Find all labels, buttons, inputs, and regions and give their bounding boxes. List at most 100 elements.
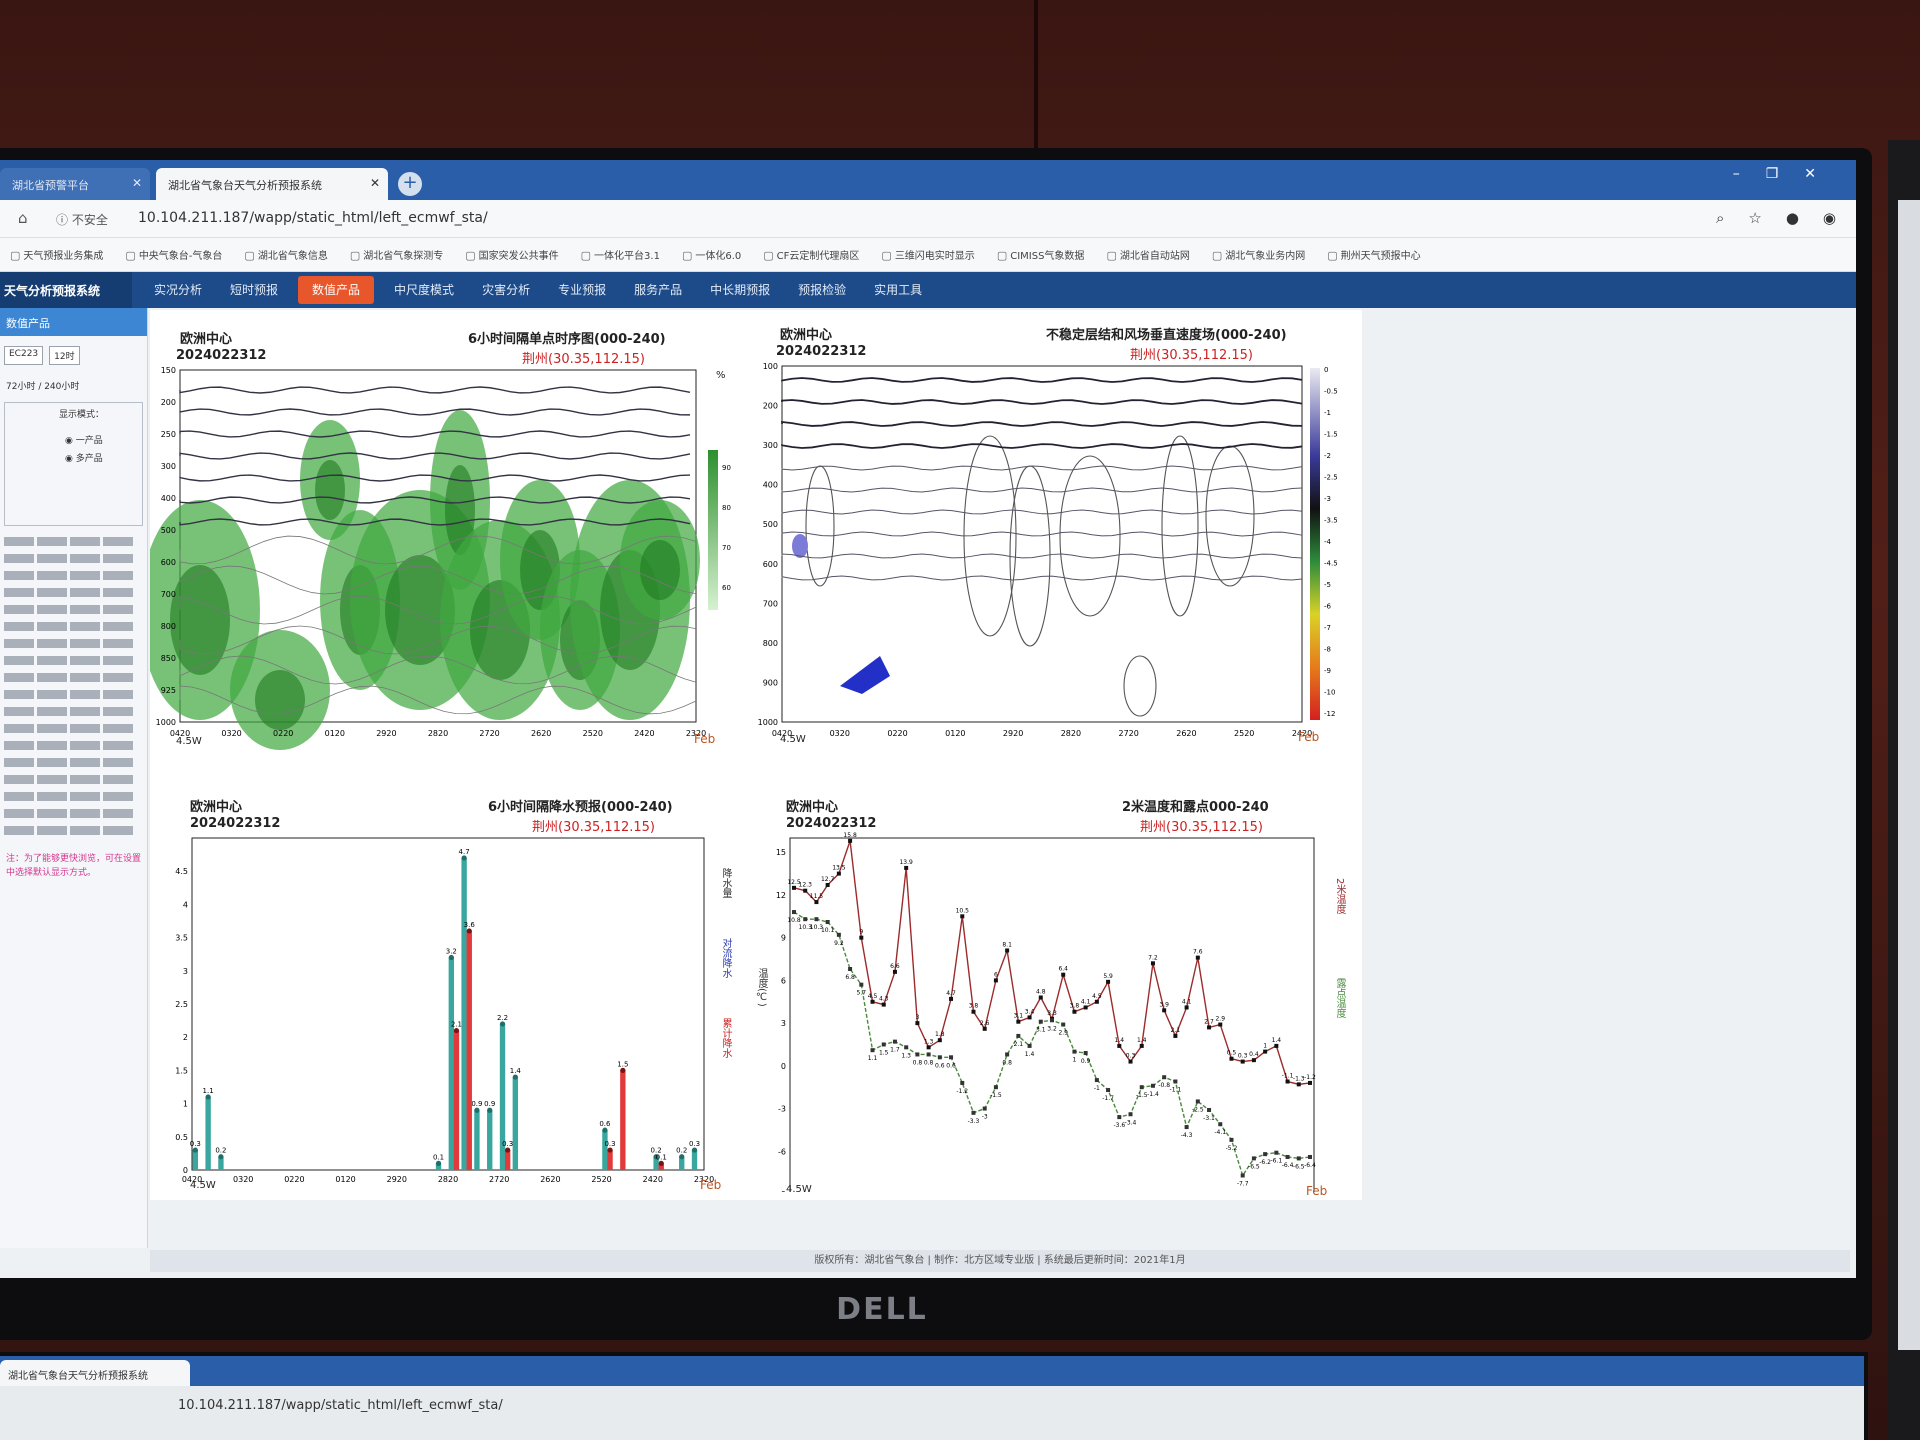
product-link[interactable] — [103, 604, 133, 614]
nav-item[interactable]: 实况分析 — [140, 272, 216, 308]
product-link[interactable] — [4, 706, 34, 716]
product-link[interactable] — [4, 587, 34, 597]
time-select[interactable]: 12时 — [49, 346, 80, 365]
account-icon[interactable]: ● — [1786, 209, 1799, 227]
product-link[interactable] — [37, 757, 67, 767]
product-link[interactable] — [103, 570, 133, 580]
product-link[interactable] — [4, 672, 34, 682]
product-link[interactable] — [70, 638, 100, 648]
star-icon[interactable]: ☆ — [1748, 209, 1761, 227]
product-link[interactable] — [103, 825, 133, 835]
product-link[interactable] — [103, 757, 133, 767]
search-icon[interactable]: ⌕ — [1716, 209, 1724, 227]
product-link[interactable] — [37, 723, 67, 733]
product-link[interactable] — [4, 621, 34, 631]
product-link[interactable] — [37, 621, 67, 631]
product-link[interactable] — [70, 570, 100, 580]
bookmark-item[interactable]: ▢ 天气预报业务集成 — [10, 247, 103, 262]
product-link[interactable] — [103, 638, 133, 648]
product-link[interactable] — [70, 757, 100, 767]
product-link[interactable] — [103, 706, 133, 716]
product-link[interactable] — [4, 689, 34, 699]
tab-active[interactable]: 湖北省气象台天气分析预报系统 — [0, 1360, 190, 1386]
product-link[interactable] — [4, 655, 34, 665]
tab-inactive[interactable]: 湖北省预警平台 ✕ — [0, 168, 150, 200]
product-link[interactable] — [103, 740, 133, 750]
product-link[interactable] — [103, 621, 133, 631]
product-link[interactable] — [37, 587, 67, 597]
nav-item[interactable]: 专业预报 — [544, 272, 620, 308]
bookmark-item[interactable]: ▢ 中央气象台-气象台 — [125, 247, 222, 262]
product-link[interactable] — [4, 808, 34, 818]
product-link[interactable] — [37, 553, 67, 563]
product-link[interactable] — [70, 689, 100, 699]
close-icon[interactable]: ✕ — [370, 176, 380, 190]
bookmark-item[interactable]: ▢ CIMISS气象数据 — [997, 247, 1085, 262]
product-link[interactable] — [37, 808, 67, 818]
product-link[interactable] — [37, 689, 67, 699]
minimize-button[interactable]: – — [1733, 166, 1740, 182]
insecure-label[interactable]: ⓘ 不安全 — [56, 211, 108, 228]
home-icon[interactable]: ⌂ — [18, 209, 28, 227]
product-link[interactable] — [4, 553, 34, 563]
mode-radio-single[interactable]: ◉ 一产品 — [65, 433, 103, 446]
maximize-button[interactable]: ❐ — [1766, 166, 1779, 182]
product-link[interactable] — [70, 825, 100, 835]
product-link[interactable] — [37, 791, 67, 801]
product-link[interactable] — [37, 638, 67, 648]
model-select[interactable]: EC223 — [4, 346, 44, 365]
product-link[interactable] — [103, 536, 133, 546]
bookmark-item[interactable]: ▢ CF云定制代理扇区 — [763, 247, 859, 262]
nav-item[interactable]: 数值产品 — [298, 276, 375, 304]
bookmark-item[interactable]: ▢ 国家突发公共事件 — [465, 247, 558, 262]
product-link[interactable] — [4, 723, 34, 733]
product-link[interactable] — [70, 706, 100, 716]
product-link[interactable] — [103, 672, 133, 682]
nav-item[interactable]: 实用工具 — [860, 272, 936, 308]
mode-radio-multi[interactable]: ◉ 多产品 — [65, 451, 103, 464]
product-link[interactable] — [37, 825, 67, 835]
product-link[interactable] — [70, 621, 100, 631]
product-link[interactable] — [37, 672, 67, 682]
product-link[interactable] — [103, 553, 133, 563]
product-link[interactable] — [37, 604, 67, 614]
url-input[interactable]: 10.104.211.187/wapp/static_html/left_ecm… — [138, 210, 488, 226]
product-link[interactable] — [70, 791, 100, 801]
product-link[interactable] — [4, 791, 34, 801]
bookmark-item[interactable]: ▢ 一体化平台3.1 — [581, 247, 660, 262]
product-link[interactable] — [4, 570, 34, 580]
product-link[interactable] — [103, 774, 133, 784]
bookmark-item[interactable]: ▢ 湖北省自动站网 — [1106, 247, 1189, 262]
product-link[interactable] — [70, 553, 100, 563]
close-icon[interactable]: ✕ — [132, 176, 142, 190]
bookmark-item[interactable]: ▢ 一体化6.0 — [682, 247, 741, 262]
product-link[interactable] — [70, 808, 100, 818]
nav-item[interactable]: 中尺度模式 — [380, 272, 468, 308]
nav-item[interactable]: 短时预报 — [216, 272, 292, 308]
product-link[interactable] — [70, 655, 100, 665]
bookmark-item[interactable]: ▢ 湖北省气象探测专 — [350, 247, 443, 262]
product-link[interactable] — [37, 706, 67, 716]
product-link[interactable] — [70, 723, 100, 733]
bookmark-item[interactable]: ▢ 荆州天气预报中心 — [1327, 247, 1420, 262]
new-tab-button[interactable]: + — [398, 172, 422, 196]
product-link[interactable] — [4, 604, 34, 614]
product-link[interactable] — [70, 604, 100, 614]
product-link[interactable] — [4, 638, 34, 648]
product-link[interactable] — [103, 587, 133, 597]
product-link[interactable] — [37, 570, 67, 580]
product-link[interactable] — [37, 774, 67, 784]
product-link[interactable] — [103, 791, 133, 801]
product-link[interactable] — [103, 723, 133, 733]
product-link[interactable] — [4, 536, 34, 546]
product-link[interactable] — [37, 740, 67, 750]
tab-active[interactable]: 湖北省气象台天气分析预报系统 ✕ — [156, 168, 388, 200]
product-link[interactable] — [37, 536, 67, 546]
product-link[interactable] — [70, 536, 100, 546]
bookmark-item[interactable]: ▢ 三维闪电实时显示 — [881, 247, 974, 262]
product-link[interactable] — [103, 689, 133, 699]
product-link[interactable] — [70, 587, 100, 597]
bookmark-item[interactable]: ▢ 湖北气象业务内网 — [1212, 247, 1305, 262]
product-link[interactable] — [103, 808, 133, 818]
product-link[interactable] — [4, 757, 34, 767]
